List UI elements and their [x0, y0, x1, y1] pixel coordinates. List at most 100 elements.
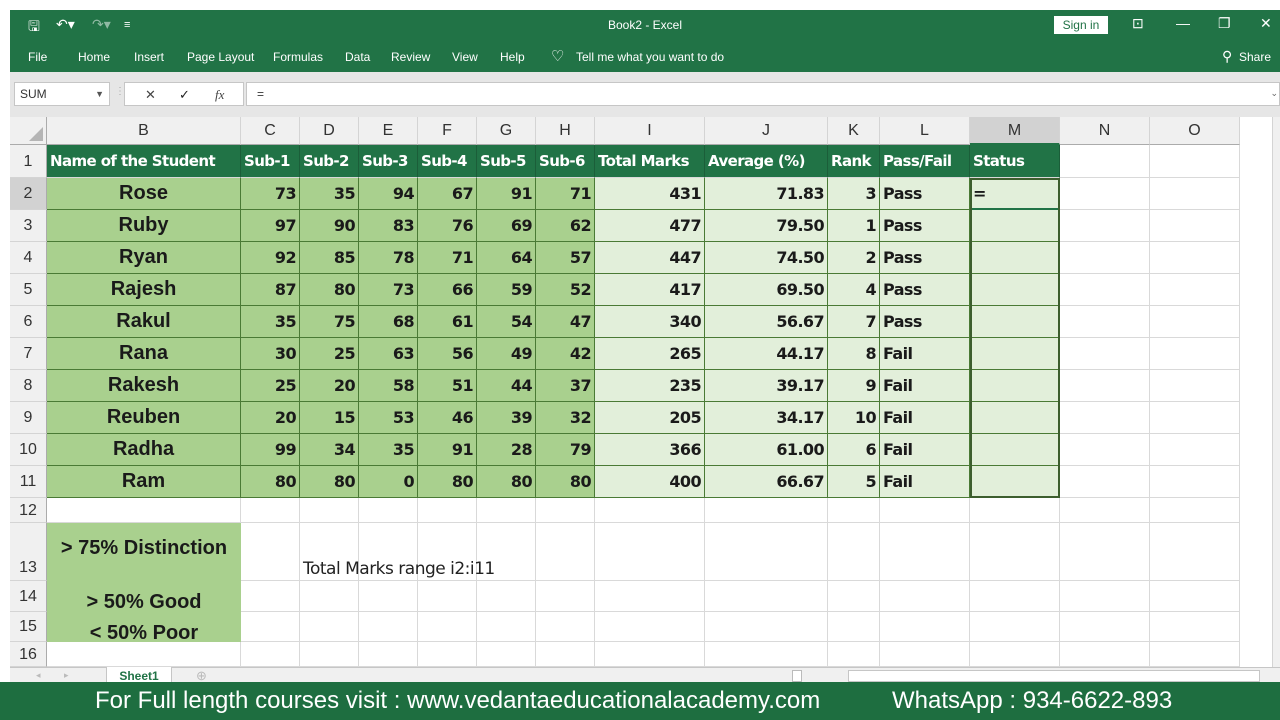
grid-cell[interactable]	[241, 498, 300, 523]
student-name-cell[interactable]: Rakul	[47, 306, 241, 338]
student-name-cell[interactable]: Rakesh	[47, 370, 241, 402]
pass-fail-cell[interactable]: Pass	[880, 178, 970, 210]
mark-cell[interactable]: 28	[477, 434, 536, 466]
grid-cell[interactable]	[880, 642, 970, 667]
pass-fail-cell[interactable]: Fail	[880, 338, 970, 370]
mark-cell[interactable]: 56	[418, 338, 477, 370]
grid-cell[interactable]	[1060, 402, 1150, 434]
mark-cell[interactable]: 61	[418, 306, 477, 338]
average-cell[interactable]: 44.17	[705, 338, 828, 370]
grid-cell[interactable]	[880, 523, 970, 581]
restore-icon[interactable]: ❐	[1218, 15, 1231, 32]
grid-cell[interactable]	[828, 581, 880, 612]
grid-cell[interactable]	[1060, 274, 1150, 306]
grid-cell[interactable]	[828, 612, 880, 642]
mark-cell[interactable]: 99	[241, 434, 300, 466]
grid-cell[interactable]	[1060, 178, 1150, 210]
grid-cell[interactable]	[47, 498, 241, 523]
mark-cell[interactable]: 15	[300, 402, 359, 434]
mark-cell[interactable]: 92	[241, 242, 300, 274]
grid-cell[interactable]	[1060, 370, 1150, 402]
column-header-m[interactable]: M	[970, 117, 1060, 145]
mark-cell[interactable]: 80	[241, 466, 300, 498]
grid-cell[interactable]	[477, 612, 536, 642]
header-cell[interactable]: Status	[970, 145, 1060, 178]
share-button[interactable]: Share	[1239, 50, 1271, 64]
grid-cell[interactable]	[300, 498, 359, 523]
close-icon[interactable]: ✕	[1260, 15, 1272, 32]
average-cell[interactable]: 61.00	[705, 434, 828, 466]
mark-cell[interactable]: 20	[241, 402, 300, 434]
row-header-4[interactable]: 4	[10, 242, 47, 274]
formula-input[interactable]: =	[246, 82, 1280, 106]
total-marks-cell[interactable]: 235	[595, 370, 705, 402]
column-header-i[interactable]: I	[595, 117, 705, 145]
student-name-cell[interactable]: Radha	[47, 434, 241, 466]
grid-cell[interactable]	[1060, 145, 1150, 178]
mark-cell[interactable]: 67	[418, 178, 477, 210]
grid-cell[interactable]	[1150, 145, 1240, 178]
column-header-g[interactable]: G	[477, 117, 536, 145]
status-cell[interactable]	[970, 434, 1060, 466]
pass-fail-cell[interactable]: Pass	[880, 306, 970, 338]
rank-cell[interactable]: 5	[828, 466, 880, 498]
mark-cell[interactable]: 80	[300, 274, 359, 306]
grid-cell[interactable]	[1060, 642, 1150, 667]
header-cell[interactable]: Name of the Student	[47, 145, 241, 178]
mark-cell[interactable]: 68	[359, 306, 418, 338]
grid-cell[interactable]	[1150, 370, 1240, 402]
grid-cell[interactable]	[1060, 338, 1150, 370]
header-cell[interactable]: Pass/Fail	[880, 145, 970, 178]
header-cell[interactable]: Sub-3	[359, 145, 418, 178]
header-cell[interactable]: Rank	[828, 145, 880, 178]
grid-cell[interactable]	[477, 581, 536, 612]
column-header-h[interactable]: H	[536, 117, 595, 145]
grid-cell[interactable]	[1060, 498, 1150, 523]
average-cell[interactable]: 66.67	[705, 466, 828, 498]
average-cell[interactable]: 69.50	[705, 274, 828, 306]
total-marks-cell[interactable]: 431	[595, 178, 705, 210]
pass-fail-cell[interactable]: Pass	[880, 242, 970, 274]
grid-cell[interactable]	[595, 498, 705, 523]
mark-cell[interactable]: 76	[418, 210, 477, 242]
rank-cell[interactable]: 4	[828, 274, 880, 306]
mark-cell[interactable]: 83	[359, 210, 418, 242]
row-header-7[interactable]: 7	[10, 338, 47, 370]
mark-cell[interactable]: 44	[477, 370, 536, 402]
grid-cell[interactable]	[1150, 523, 1240, 581]
grid-cell[interactable]	[828, 523, 880, 581]
total-marks-cell[interactable]: 366	[595, 434, 705, 466]
row-header-12[interactable]: 12	[10, 498, 47, 523]
select-all-button[interactable]	[10, 117, 47, 145]
row-header-11[interactable]: 11	[10, 466, 47, 498]
mark-cell[interactable]: 35	[300, 178, 359, 210]
row-header-16[interactable]: 16	[10, 642, 47, 667]
total-marks-cell[interactable]: 447	[595, 242, 705, 274]
grid-cell[interactable]	[1150, 642, 1240, 667]
chevron-down-icon[interactable]: ▼	[95, 83, 104, 105]
grid-cell[interactable]	[1060, 612, 1150, 642]
scroll-left-icon[interactable]	[792, 670, 802, 682]
grid-cell[interactable]	[359, 581, 418, 612]
grid-cell[interactable]	[536, 612, 595, 642]
grid-cell[interactable]	[536, 498, 595, 523]
grid-cell[interactable]	[880, 612, 970, 642]
row-header-3[interactable]: 3	[10, 210, 47, 242]
header-cell[interactable]: Sub-6	[536, 145, 595, 178]
rank-cell[interactable]: 6	[828, 434, 880, 466]
mark-cell[interactable]: 0	[359, 466, 418, 498]
mark-cell[interactable]: 54	[477, 306, 536, 338]
mark-cell[interactable]: 71	[536, 178, 595, 210]
total-marks-cell[interactable]: 417	[595, 274, 705, 306]
mark-cell[interactable]: 80	[536, 466, 595, 498]
column-header-l[interactable]: L	[880, 117, 970, 145]
tell-me-search[interactable]: Tell me what you want to do	[576, 50, 724, 64]
grid-cell[interactable]	[595, 523, 705, 581]
column-header-e[interactable]: E	[359, 117, 418, 145]
mark-cell[interactable]: 78	[359, 242, 418, 274]
header-cell[interactable]: Sub-4	[418, 145, 477, 178]
student-name-cell[interactable]: Reuben	[47, 402, 241, 434]
mark-cell[interactable]: 25	[300, 338, 359, 370]
average-cell[interactable]: 34.17	[705, 402, 828, 434]
mark-cell[interactable]: 34	[300, 434, 359, 466]
